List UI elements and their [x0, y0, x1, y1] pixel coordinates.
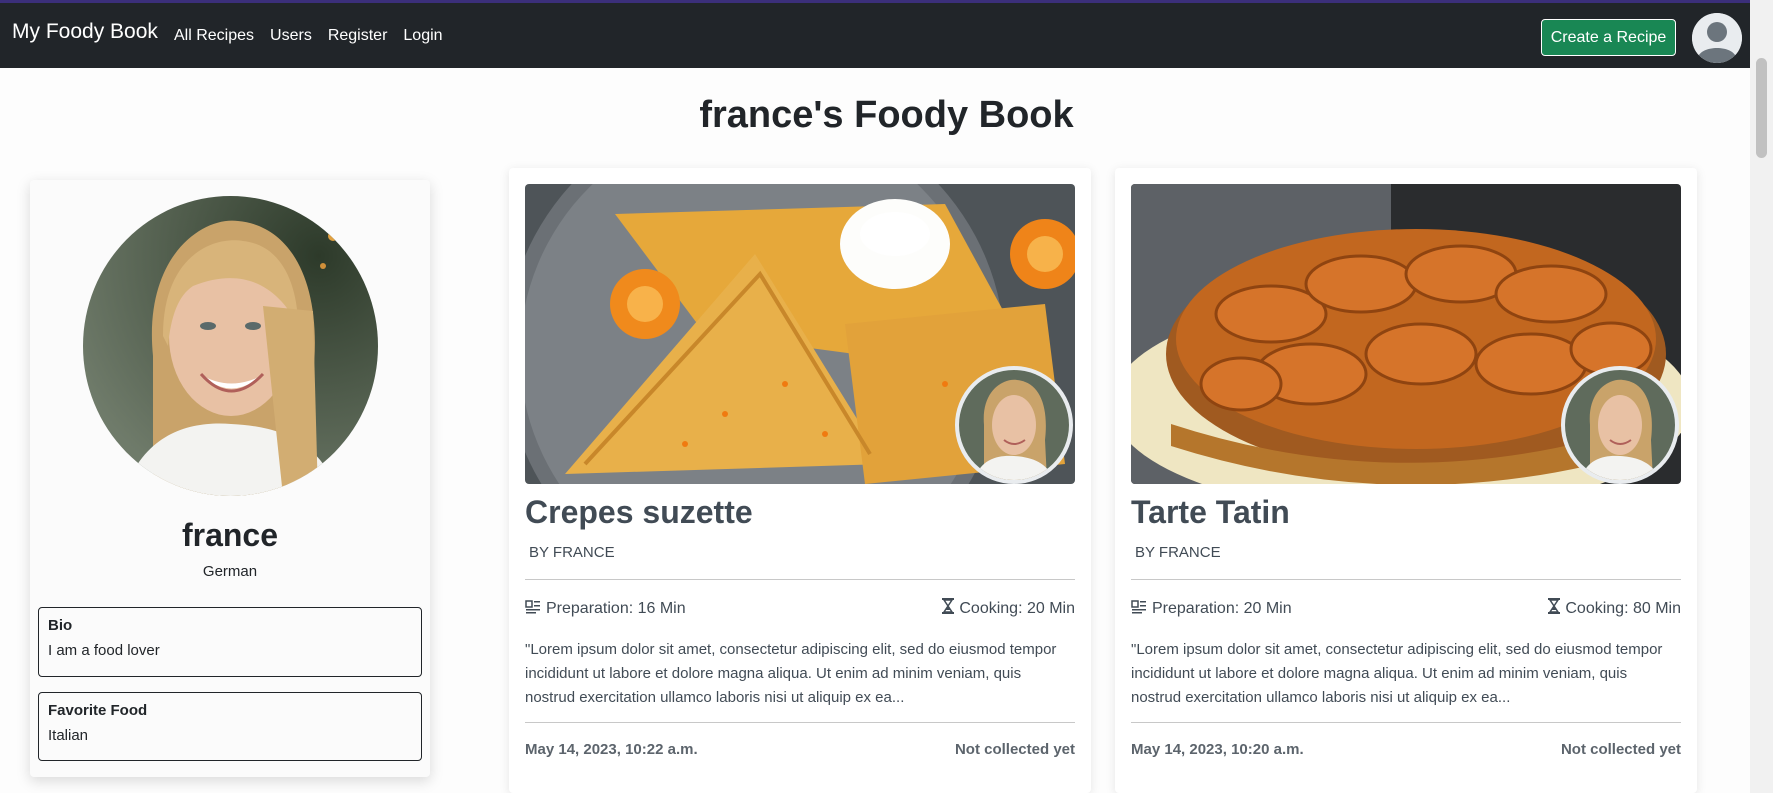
recipe-card[interactable]: Tarte Tatin BY FRANCE Preparation: 20 Mi… — [1115, 168, 1697, 793]
cooking-text: Cooking: 80 Min — [1565, 599, 1681, 617]
recipe-author: BY FRANCE — [529, 544, 615, 561]
scrollbar-thumb[interactable] — [1756, 58, 1767, 158]
nav-links: All Recipes Users Register Login — [174, 27, 443, 45]
recipe-author: BY FRANCE — [1135, 544, 1221, 561]
preparation-time: Preparation: 20 Min — [1131, 598, 1292, 619]
cooking-text: Cooking: 20 Min — [959, 599, 1075, 617]
favorite-food-label: Favorite Food — [48, 702, 148, 719]
recipe-footer: May 14, 2023, 10:22 a.m. Not collected y… — [525, 741, 1075, 758]
recipe-image[interactable] — [1131, 184, 1681, 484]
collection-status: Not collected yet — [1560, 741, 1681, 758]
preparation-time: Preparation: 16 Min — [525, 598, 686, 619]
nav-link-login[interactable]: Login — [403, 27, 442, 45]
profile-photo — [83, 196, 378, 496]
divider — [525, 579, 1075, 580]
profile-card: france German Bio I am a food lover Favo… — [30, 180, 430, 777]
create-recipe-button[interactable]: Create a Recipe — [1541, 19, 1676, 56]
page-scrollbar[interactable] — [1750, 0, 1773, 793]
recipe-footer: May 14, 2023, 10:20 a.m. Not collected y… — [1131, 741, 1681, 758]
brand-link[interactable]: My Foody Book — [12, 20, 158, 44]
cooking-time: Cooking: 80 Min — [1548, 598, 1681, 619]
recipe-date: May 14, 2023, 10:22 a.m. — [525, 741, 698, 758]
nav-link-register[interactable]: Register — [328, 27, 388, 45]
favorite-food-box: Favorite Food Italian — [38, 692, 422, 761]
preparation-icon — [525, 598, 541, 619]
bio-text: I am a food lover — [48, 642, 160, 659]
divider — [1131, 722, 1681, 723]
bio-box: Bio I am a food lover — [38, 607, 422, 677]
collection-status: Not collected yet — [954, 741, 1075, 758]
recipe-description: "Lorem ipsum dolor sit amet, consectetur… — [1131, 641, 1663, 706]
profile-nationality: German — [202, 563, 258, 580]
bio-label: Bio — [48, 617, 73, 634]
preparation-text: Preparation: 16 Min — [546, 599, 686, 617]
hourglass-icon — [942, 598, 955, 619]
hourglass-icon — [1548, 598, 1561, 619]
profile-name: france — [181, 517, 279, 553]
favorite-food-text: Italian — [48, 727, 89, 744]
divider — [1131, 579, 1681, 580]
recipe-date: May 14, 2023, 10:20 a.m. — [1131, 741, 1304, 758]
nav-link-all-recipes[interactable]: All Recipes — [174, 27, 254, 45]
author-avatar — [1561, 366, 1679, 484]
recipe-image[interactable] — [525, 184, 1075, 484]
user-avatar-icon[interactable] — [1692, 13, 1742, 63]
page-title: france's Foody Book — [699, 94, 1074, 136]
recipe-times: Preparation: 20 Min Cooking: 80 Min — [1131, 598, 1681, 619]
recipe-title[interactable]: Crepes suzette — [525, 494, 753, 531]
preparation-icon — [1131, 598, 1147, 619]
preparation-text: Preparation: 20 Min — [1152, 599, 1292, 617]
divider — [525, 722, 1075, 723]
recipe-times: Preparation: 16 Min Cooking: 20 Min — [525, 598, 1075, 619]
recipe-description: "Lorem ipsum dolor sit amet, consectetur… — [525, 641, 1057, 706]
nav-link-users[interactable]: Users — [270, 27, 312, 45]
recipe-card[interactable]: Crepes suzette BY FRANCE Preparation: 16… — [509, 168, 1091, 793]
author-avatar — [955, 366, 1073, 484]
recipe-title[interactable]: Tarte Tatin — [1131, 494, 1290, 531]
cooking-time: Cooking: 20 Min — [942, 598, 1075, 619]
top-navbar: My Foody Book All Recipes Users Register… — [0, 0, 1773, 68]
